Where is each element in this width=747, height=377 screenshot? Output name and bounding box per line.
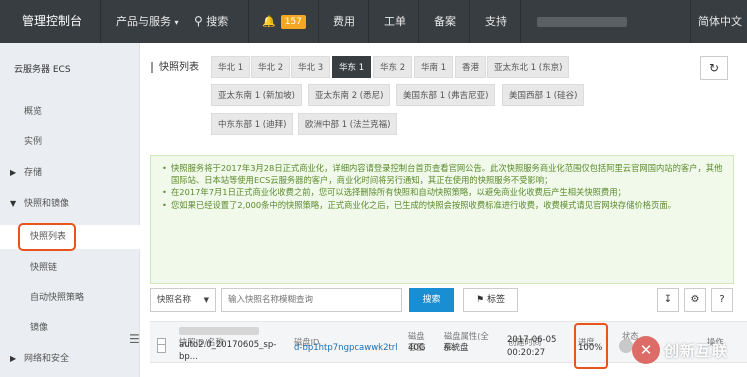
redacted-account: [537, 17, 627, 27]
help-icon: ?: [719, 294, 725, 305]
sidebar-item-label: 镜像: [30, 323, 49, 333]
region-tab[interactable]: 亚太东南 1 (新加坡): [211, 84, 302, 106]
sidebar-item-images[interactable]: 镜像: [0, 316, 140, 340]
sidebar-item-network-security[interactable]: ▶ 网络和安全: [0, 347, 140, 371]
created-time: 00:20:27: [507, 348, 546, 358]
tag-icon: ⚑: [476, 295, 485, 305]
notice-box: 快照服务将于2017年3月28日正式商业化，详细内容请登录控制台首页查看官网公告…: [150, 155, 734, 284]
highlight-annotation: [18, 223, 76, 251]
divider: [690, 0, 691, 43]
divider: [318, 0, 319, 43]
region-tab[interactable]: 亚太东南 2 (悉尼): [308, 84, 391, 106]
search-field-select[interactable]: 快照名称 ▼: [150, 288, 216, 312]
search-nav-label: 搜索: [206, 15, 229, 28]
settings-button[interactable]: ⚙: [684, 288, 706, 312]
search-icon: ⚲: [194, 14, 203, 28]
nav-tickets[interactable]: 工单: [384, 0, 406, 43]
refresh-button[interactable]: ↻: [700, 56, 728, 80]
sidebar-item-label: 概览: [24, 107, 43, 117]
region-tab[interactable]: 华北 1: [211, 56, 251, 78]
divider: [248, 0, 249, 43]
products-menu[interactable]: 产品与服务 ▾: [116, 0, 179, 43]
sidebar-title: 云服务器 ECS: [14, 65, 71, 75]
tag-button[interactable]: ⚑ 标签: [463, 288, 518, 312]
region-tab[interactable]: 华北 2: [251, 56, 291, 78]
account-name[interactable]: [537, 0, 627, 43]
region-tab[interactable]: 美国东部 1 (弗吉尼亚): [396, 84, 496, 106]
sidebar-item-label: 快照和镜像: [24, 199, 70, 209]
notice-item: 在2017年7月1日正式商业化收费之前，您可以选择删除所有快照和自动快照策略，以…: [159, 186, 725, 198]
disk-size: 40G: [408, 343, 426, 353]
page-title: 快照列表: [151, 62, 199, 73]
row-checkbox[interactable]: [157, 344, 166, 353]
main-content: 快照列表 华北 1 华北 2 华北 3 华东 1 华东 2 华南 1 香港 亚太…: [141, 43, 747, 377]
sidebar-item-label: 网络和安全: [24, 354, 70, 364]
caret-right-icon: ▶: [10, 354, 17, 363]
region-tab[interactable]: 华东 2: [373, 56, 413, 78]
nav-icp[interactable]: 备案: [434, 0, 456, 43]
disk-attr: 系统盘: [443, 343, 469, 353]
sidebar-item-snapshots-images[interactable]: ▼ 快照和镜像: [0, 192, 140, 216]
nav-support[interactable]: 支持: [485, 0, 507, 43]
console-brand[interactable]: 管理控制台: [22, 0, 82, 43]
region-tab[interactable]: 华南 1: [414, 56, 454, 78]
divider: [418, 0, 419, 43]
snapshot-name: auto2.0_20170605_sp-: [179, 340, 277, 350]
snapshot-search-input[interactable]: [221, 288, 402, 312]
divider: [100, 0, 101, 43]
sidebar-item-instances[interactable]: 实例: [0, 130, 140, 154]
sidebar-item-label: 存储: [24, 168, 43, 178]
sidebar-collapse-handle-icon[interactable]: ☰: [129, 332, 140, 346]
region-tab[interactable]: 华北 3: [291, 56, 331, 78]
nav-billing[interactable]: 费用: [333, 0, 355, 43]
export-icon: ↧: [663, 294, 673, 305]
created-date: 2017-06-05: [507, 335, 557, 345]
notice-item: 您如果已经设置了2,000条中的快照策略，正式商业化之后，已生成的快照会按照收费…: [159, 199, 725, 211]
notification-count-badge: 157: [280, 15, 306, 29]
disk-id-link[interactable]: d-bp1htp7ngpcawwk2trl: [294, 342, 398, 354]
divider: [368, 0, 369, 43]
divider: [469, 0, 470, 43]
sidebar: 云服务器 ECS 概览 实例 ▶ 存储 ▼ 快照和镜像 快照列表 快照链 自动快照策…: [0, 43, 140, 377]
sidebar-item-snapshot-chain[interactable]: 快照链: [0, 256, 140, 280]
snapshot-id[interactable]: [179, 327, 259, 339]
chevron-down-icon: ▾: [174, 18, 179, 27]
snapshot-name-cont: bp...: [179, 352, 198, 362]
sidebar-item-overview[interactable]: 概览: [0, 100, 140, 124]
redacted-snapshot-id: [179, 327, 259, 335]
region-tab[interactable]: 美国西部 1 (硅谷): [502, 84, 585, 106]
sidebar-item-label: 快照链: [30, 263, 58, 273]
search-nav[interactable]: ⚲ 搜索: [194, 0, 228, 43]
search-button[interactable]: 搜索: [409, 288, 454, 312]
export-button[interactable]: ↧: [657, 288, 679, 312]
sidebar-item-auto-snapshot-policy[interactable]: 自动快照策略: [0, 286, 140, 310]
gear-icon: ⚙: [690, 294, 700, 305]
watermark-logo-icon: ✕: [632, 336, 660, 364]
chevron-down-icon: ▼: [203, 296, 209, 304]
region-tab[interactable]: 亚太东北 1 (东京): [487, 56, 570, 78]
region-tab[interactable]: 欧洲中部 1 (法兰克福): [298, 113, 398, 135]
sidebar-item-label: 实例: [24, 137, 43, 147]
help-button[interactable]: ?: [711, 288, 733, 312]
region-tab[interactable]: 香港: [455, 56, 487, 78]
language-switch[interactable]: 简体中文: [698, 0, 742, 43]
watermark-text: 创新互联: [664, 342, 729, 360]
search-field-select-label: 快照名称: [157, 295, 192, 305]
sidebar-item-storage[interactable]: ▶ 存储: [0, 161, 140, 185]
refresh-icon: ↻: [708, 61, 720, 75]
top-navbar: 管理控制台 产品与服务 ▾ ⚲ 搜索 🔔 157 费用 工单 备案 支持 简体中文: [0, 0, 747, 43]
notice-item: 快照服务将于2017年3月28日正式商业化，详细内容请登录控制台首页查看官网公告…: [159, 162, 725, 186]
divider: [520, 0, 521, 43]
caret-down-icon: ▼: [10, 199, 17, 208]
sidebar-item-label: 自动快照策略: [30, 293, 85, 303]
highlight-annotation: [574, 323, 608, 369]
watermark: ✕ 创新互联: [612, 331, 747, 371]
region-tab[interactable]: 中东东部 1 (迪拜): [211, 113, 294, 135]
tag-button-label: 标签: [486, 295, 505, 305]
bell-icon: 🔔: [262, 15, 276, 28]
caret-right-icon: ▶: [10, 168, 17, 177]
products-menu-label: 产品与服务: [116, 15, 171, 28]
notifications[interactable]: 🔔 157: [262, 0, 306, 43]
region-tab-active[interactable]: 华东 1: [332, 56, 372, 78]
